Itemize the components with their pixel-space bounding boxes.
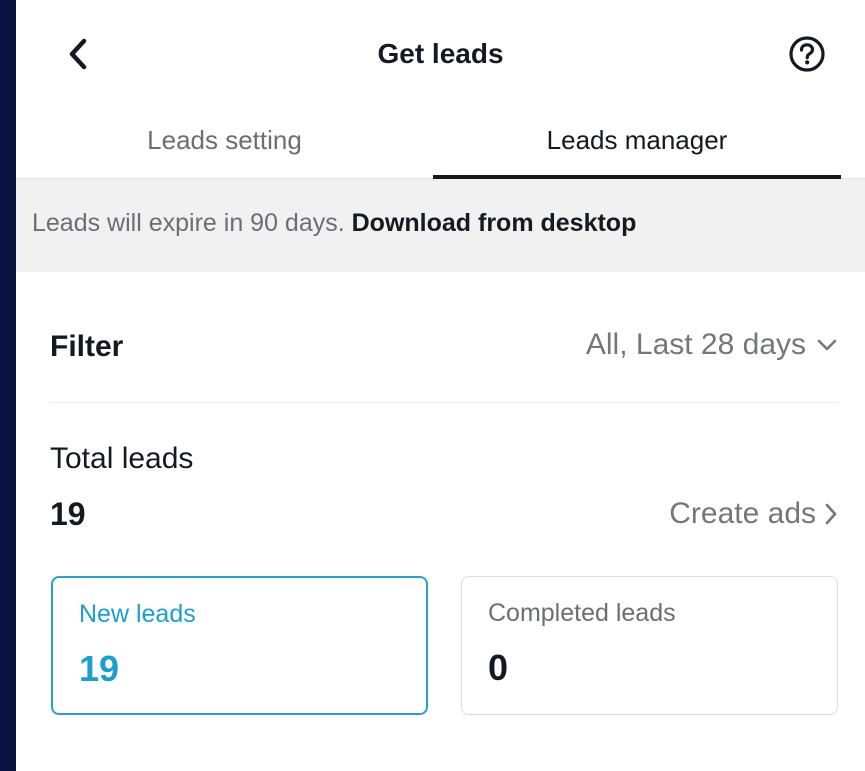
chevron-right-icon <box>825 503 837 525</box>
create-ads-link[interactable]: Create ads <box>669 497 838 531</box>
filter-label: Filter <box>50 330 124 363</box>
tab-bar: Leads setting Leads manager <box>16 110 865 179</box>
completed-leads-label: Completed leads <box>488 599 676 627</box>
header: Get leads <box>16 0 865 110</box>
chevron-down-icon <box>817 339 837 351</box>
app-screen: Get leads Leads setting Leads manager Le… <box>16 0 865 771</box>
expiry-notice: Leads will expire in 90 days. Download f… <box>16 179 865 272</box>
new-leads-card[interactable]: New leads 19 <box>51 576 428 715</box>
download-desktop-link[interactable]: Download from desktop <box>352 209 637 237</box>
question-circle-icon <box>789 36 825 72</box>
notice-text: Leads will expire in 90 days. <box>32 209 345 237</box>
total-leads-label: Total leads <box>50 442 194 475</box>
completed-leads-count: 0 <box>488 647 509 688</box>
create-ads-label: Create ads <box>669 497 816 530</box>
tab-leads-setting[interactable]: Leads setting <box>16 110 433 178</box>
filter-value: All, Last 28 days <box>585 328 806 361</box>
help-button[interactable] <box>788 35 826 73</box>
divider <box>50 402 838 403</box>
page-title: Get leads <box>377 38 504 69</box>
filter-dropdown[interactable]: All, Last 28 days <box>586 328 838 362</box>
tab-leads-manager[interactable]: Leads manager <box>433 110 841 178</box>
total-leads-value: 19 <box>50 496 86 532</box>
completed-leads-card[interactable]: Completed leads 0 <box>461 576 838 715</box>
filter-row: Filter All, Last 28 days <box>50 318 838 378</box>
new-leads-count: 19 <box>79 648 120 689</box>
new-leads-label: New leads <box>79 600 196 628</box>
